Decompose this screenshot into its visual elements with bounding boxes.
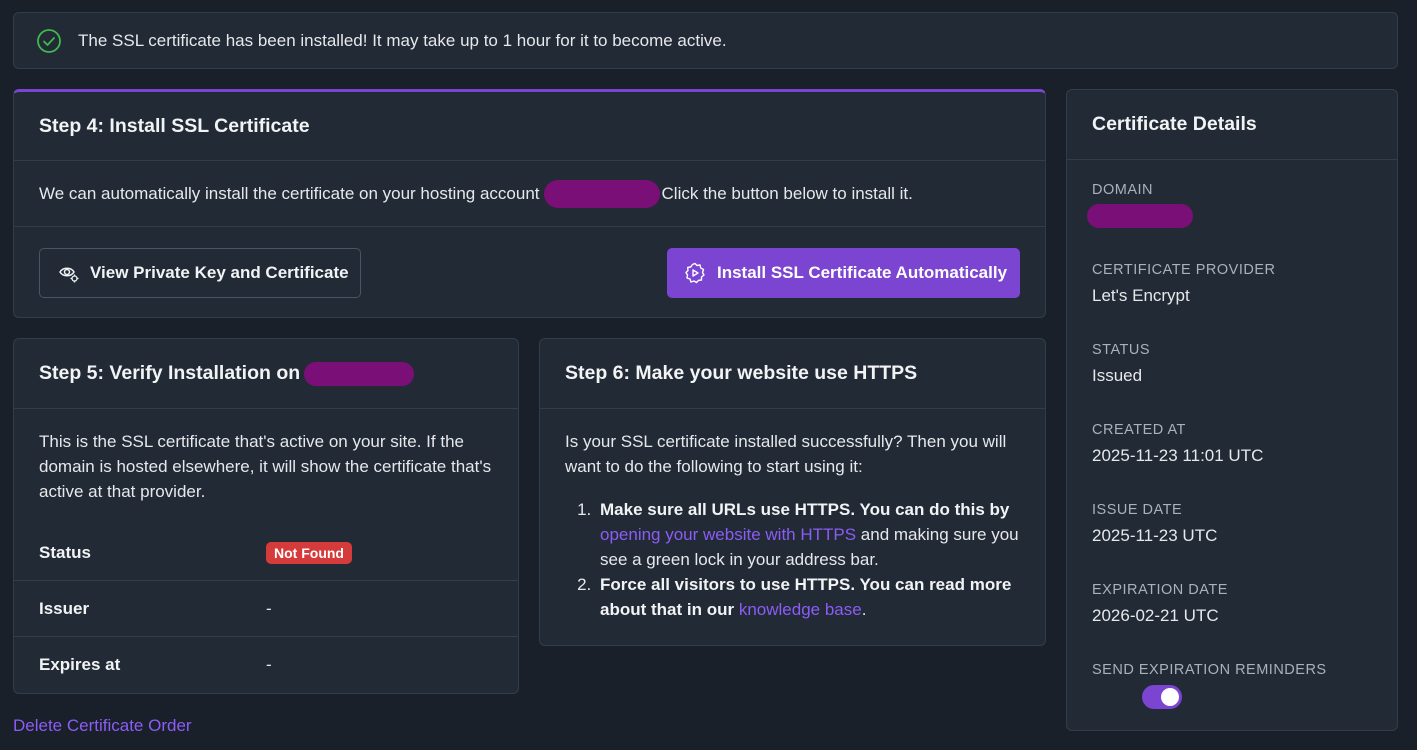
domain-label: DOMAIN: [1092, 182, 1153, 198]
expires-value: -: [266, 655, 272, 674]
delete-order-link[interactable]: Delete Certificate Order: [13, 716, 192, 736]
issue-value: 2025-11-23 UTC: [1092, 526, 1218, 545]
issuer-label: Issuer: [39, 598, 90, 618]
provider-value: Let's Encrypt: [1092, 286, 1190, 305]
issuer-value: -: [266, 598, 272, 618]
created-value: 2025-11-23 11:01 UTC: [1092, 446, 1264, 465]
redacted-domain: [304, 361, 415, 386]
issuer-row: Issuer -: [14, 581, 518, 637]
step6-intro: Is your SSL certificate installed succes…: [565, 432, 1007, 476]
expiration-value: 2026-02-21 UTC: [1092, 606, 1219, 625]
step4-desc-before: We can automatically install the certifi…: [39, 183, 540, 203]
alert-message: The SSL certificate has been installed! …: [78, 30, 727, 50]
step4-description: We can automatically install the certifi…: [14, 161, 1045, 227]
expiration-label: EXPIRATION DATE: [1092, 582, 1228, 598]
created-label: CREATED AT: [1092, 422, 1186, 438]
expiration-detail: EXPIRATION DATE 2026-02-21 UTC: [1092, 582, 1228, 626]
list-item: Force all visitors to use HTTPS. You can…: [596, 572, 1020, 622]
reminders-toggle[interactable]: [1142, 685, 1182, 709]
status-badge: Not Found: [266, 541, 352, 564]
list-item: Make sure all URLs use HTTPS. You can do…: [596, 497, 1020, 572]
step4-card: Step 4: Install SSL Certificate We can a…: [13, 89, 1046, 318]
expires-label: Expires at: [39, 655, 121, 674]
step4-desc-after: Click the button below to install it.: [661, 183, 913, 203]
eye-gear-icon: [59, 267, 79, 283]
step6-card: Step 6: Make your website use HTTPS Is y…: [539, 338, 1046, 646]
view-button-label: View Private Key and Certificate: [90, 263, 349, 282]
provider-label: CERTIFICATE PROVIDER: [1092, 262, 1276, 278]
domain-detail: DOMAIN: [1087, 182, 1193, 228]
step5-body: This is the SSL certificate that's activ…: [39, 432, 492, 501]
issue-detail: ISSUE DATE 2025-11-23 UTC: [1092, 502, 1217, 546]
redacted-account: [543, 179, 660, 208]
step6-title: Step 6: Make your website use HTTPS: [540, 339, 1045, 409]
check-circle-icon: [36, 28, 62, 54]
install-button-label: Install SSL Certificate Automatically: [717, 263, 1008, 282]
issue-label: ISSUE DATE: [1092, 502, 1183, 518]
item2-rest: .: [861, 600, 867, 619]
step4-title: Step 4: Install SSL Certificate: [14, 92, 1045, 161]
status-detail-label: STATUS: [1092, 342, 1151, 358]
item1-bold: Make sure all URLs use HTTPS. You can do…: [600, 500, 1010, 519]
reminders-label: SEND EXPIRATION REMINDERS: [1092, 662, 1327, 678]
step5-title: Step 5: Verify Installation on: [39, 362, 301, 384]
details-title: Certificate Details: [1067, 90, 1397, 160]
created-detail: CREATED AT 2025-11-23 11:01 UTC: [1092, 422, 1263, 466]
status-detail-value: Issued: [1092, 366, 1143, 385]
step5-header: Step 5: Verify Installation on: [14, 339, 518, 409]
status-label: Status: [39, 542, 91, 562]
success-alert: The SSL certificate has been installed! …: [13, 12, 1398, 69]
knowledge-base-link[interactable]: knowledge base: [739, 600, 862, 619]
install-ssl-button[interactable]: Install SSL Certificate Automatically: [667, 248, 1020, 298]
step5-card: Step 5: Verify Installation on This is t…: [13, 338, 519, 694]
provider-detail: CERTIFICATE PROVIDER Let's Encrypt: [1092, 262, 1275, 306]
https-link[interactable]: opening your website with HTTPS: [600, 525, 856, 544]
view-private-key-button[interactable]: View Private Key and Certificate: [39, 248, 361, 298]
status-detail: STATUS Issued: [1092, 342, 1150, 386]
redacted-domain-value: [1087, 204, 1193, 228]
step6-body: Is your SSL certificate installed succes…: [540, 409, 1045, 622]
certificate-details-card: Certificate Details DOMAIN CERTIFICATE P…: [1066, 89, 1398, 731]
gear-play-icon: [685, 262, 705, 284]
expires-row: Expires at -: [14, 637, 518, 693]
step6-list: Make sure all URLs use HTTPS. You can do…: [565, 497, 1020, 622]
status-row: Status Not Found: [14, 525, 518, 581]
reminders-detail: SEND EXPIRATION REMINDERS: [1092, 662, 1327, 678]
